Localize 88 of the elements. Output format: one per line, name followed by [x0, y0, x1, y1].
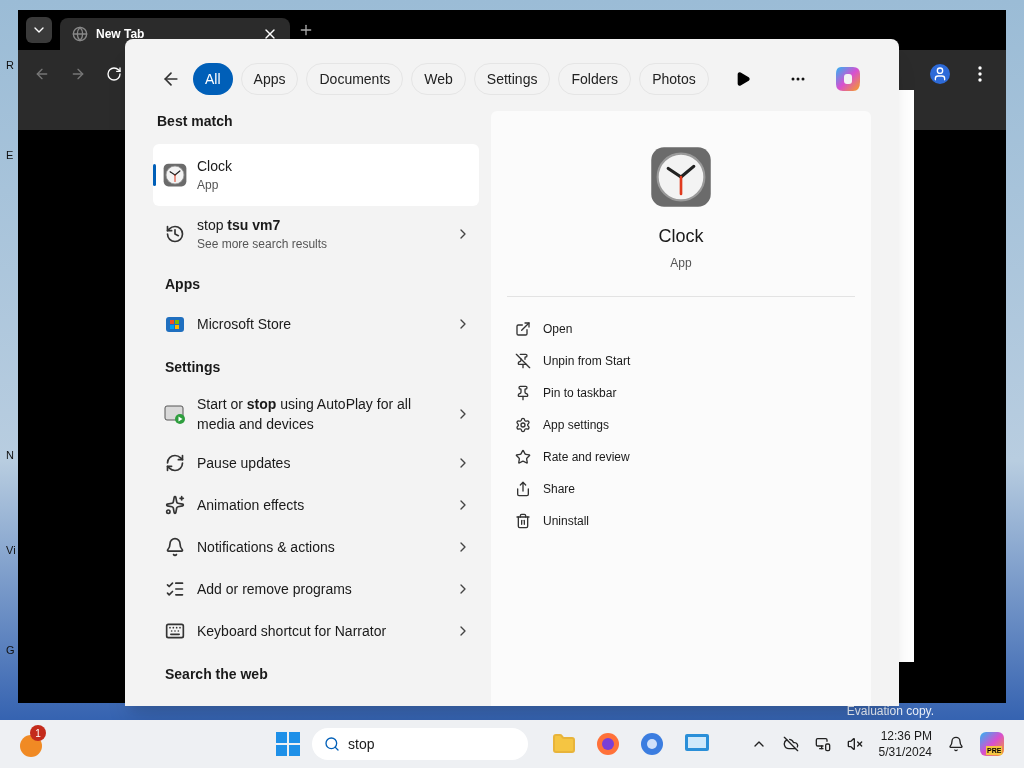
action-item[interactable]: App settings: [507, 409, 855, 441]
search-text: stop: [348, 734, 375, 754]
unpin-icon: [515, 353, 531, 369]
result-subtitle: See more search results: [197, 236, 329, 253]
browser-icon[interactable]: [640, 732, 664, 756]
action-item[interactable]: Uninstall: [507, 505, 855, 537]
section-header: Apps: [164, 275, 201, 294]
notification-badge: 1: [30, 725, 46, 741]
result-item[interactable]: Animation effects: [153, 484, 479, 526]
action-item[interactable]: Share: [507, 473, 855, 505]
profile-icon: [930, 64, 950, 84]
clock-button[interactable]: 12:36 PM 5/31/2024: [878, 728, 932, 760]
reload-icon: [106, 66, 122, 82]
pin-icon: [515, 385, 531, 401]
history-icon: [165, 224, 185, 244]
globe-icon: [72, 26, 88, 42]
forward-icon: [70, 66, 86, 82]
sparkle-icon: [165, 495, 185, 515]
bell-icon: [165, 537, 185, 557]
weather-icon[interactable]: [20, 735, 42, 757]
notification-icon[interactable]: [948, 736, 964, 752]
more-icon: [791, 77, 805, 81]
filter-tab[interactable]: Photos: [639, 63, 709, 95]
desktop-icon-label[interactable]: G: [6, 645, 15, 656]
filter-tab[interactable]: Web: [411, 63, 466, 95]
watermark-text: Evaluation copy.: [846, 703, 934, 720]
sync-icon: [165, 453, 185, 473]
result-title: Keyboard shortcut for Narrator: [197, 622, 388, 641]
network-icon[interactable]: [814, 736, 831, 752]
filter-tab[interactable]: Documents: [306, 63, 404, 95]
back-icon: [34, 66, 50, 82]
menu-icon: [978, 66, 982, 82]
action-item[interactable]: Rate and review: [507, 441, 855, 473]
app-type: App: [670, 255, 692, 272]
store-icon: [165, 314, 185, 334]
result-item[interactable]: Keyboard shortcut for Narrator: [153, 610, 479, 652]
list-icon: [165, 579, 185, 599]
result-item[interactable]: Notifications & actions: [153, 526, 479, 568]
copilot-icon: [833, 64, 863, 94]
desktop-icon-label[interactable]: Vi: [6, 545, 16, 556]
desktop-icon-label[interactable]: N: [6, 450, 14, 461]
trash-icon: [515, 513, 531, 529]
result-title: stop tsu vm7: [197, 216, 282, 235]
taskbar-search-field[interactable]: stop: [312, 728, 528, 760]
result-title: Clock: [197, 157, 233, 176]
result-subtitle: App: [197, 177, 220, 194]
autoplay-icon: [164, 403, 186, 425]
action-item[interactable]: Unpin from Start: [507, 345, 855, 377]
filter-tab[interactable]: Settings: [473, 63, 551, 95]
result-item[interactable]: Microsoft Store: [153, 303, 479, 345]
result-item[interactable]: Pause updates: [153, 442, 479, 484]
tab-title: New Tab: [96, 26, 146, 43]
result-title: Notifications & actions: [197, 538, 336, 557]
settings-icon: [515, 417, 531, 433]
result-item[interactable]: Start or stop using AutoPlay for all media and devices: [153, 386, 479, 442]
result-title: Microsoft Store: [197, 315, 293, 334]
clock-icon: [162, 162, 188, 188]
result-item[interactable]: stop tsu vm7 See more search results: [153, 206, 479, 262]
desktop-icon-label[interactable]: E: [6, 150, 14, 161]
filter-tab[interactable]: All: [193, 63, 233, 95]
action-item[interactable]: Open: [507, 313, 855, 345]
section-header: Settings: [164, 358, 222, 377]
filter-tab[interactable]: Folders: [558, 63, 632, 95]
section-header: Search the web: [164, 665, 269, 684]
selection-indicator: [153, 164, 156, 186]
result-title: Animation effects: [197, 496, 306, 515]
star-icon: [515, 449, 531, 465]
plus-icon: [298, 22, 314, 38]
result-title: Start or stop using AutoPlay for all media and devices: [197, 395, 412, 434]
result-title: Add or remove programs: [197, 580, 353, 599]
play-icon: [735, 71, 751, 87]
cloud-off-icon[interactable]: [782, 736, 799, 752]
tab-list-button[interactable]: [26, 17, 52, 43]
share-icon: [515, 481, 531, 497]
section-header: Best match: [156, 112, 234, 131]
desktop-icon-label[interactable]: R: [6, 60, 14, 71]
open-external-icon: [515, 321, 531, 337]
result-title: Pause updates: [197, 454, 292, 473]
search-icon: [324, 736, 340, 752]
result-item[interactable]: Add or remove programs: [153, 568, 479, 610]
result-item[interactable]: Clock App: [153, 144, 479, 206]
app-title: Clock: [658, 225, 704, 248]
mute-icon[interactable]: [846, 736, 863, 752]
action-item[interactable]: Pin to taskbar: [507, 377, 855, 409]
keyboard-icon: [165, 621, 185, 641]
start-icon[interactable]: [276, 732, 300, 756]
browser-icon[interactable]: [596, 732, 620, 756]
filter-tab[interactable]: Apps: [240, 63, 299, 95]
